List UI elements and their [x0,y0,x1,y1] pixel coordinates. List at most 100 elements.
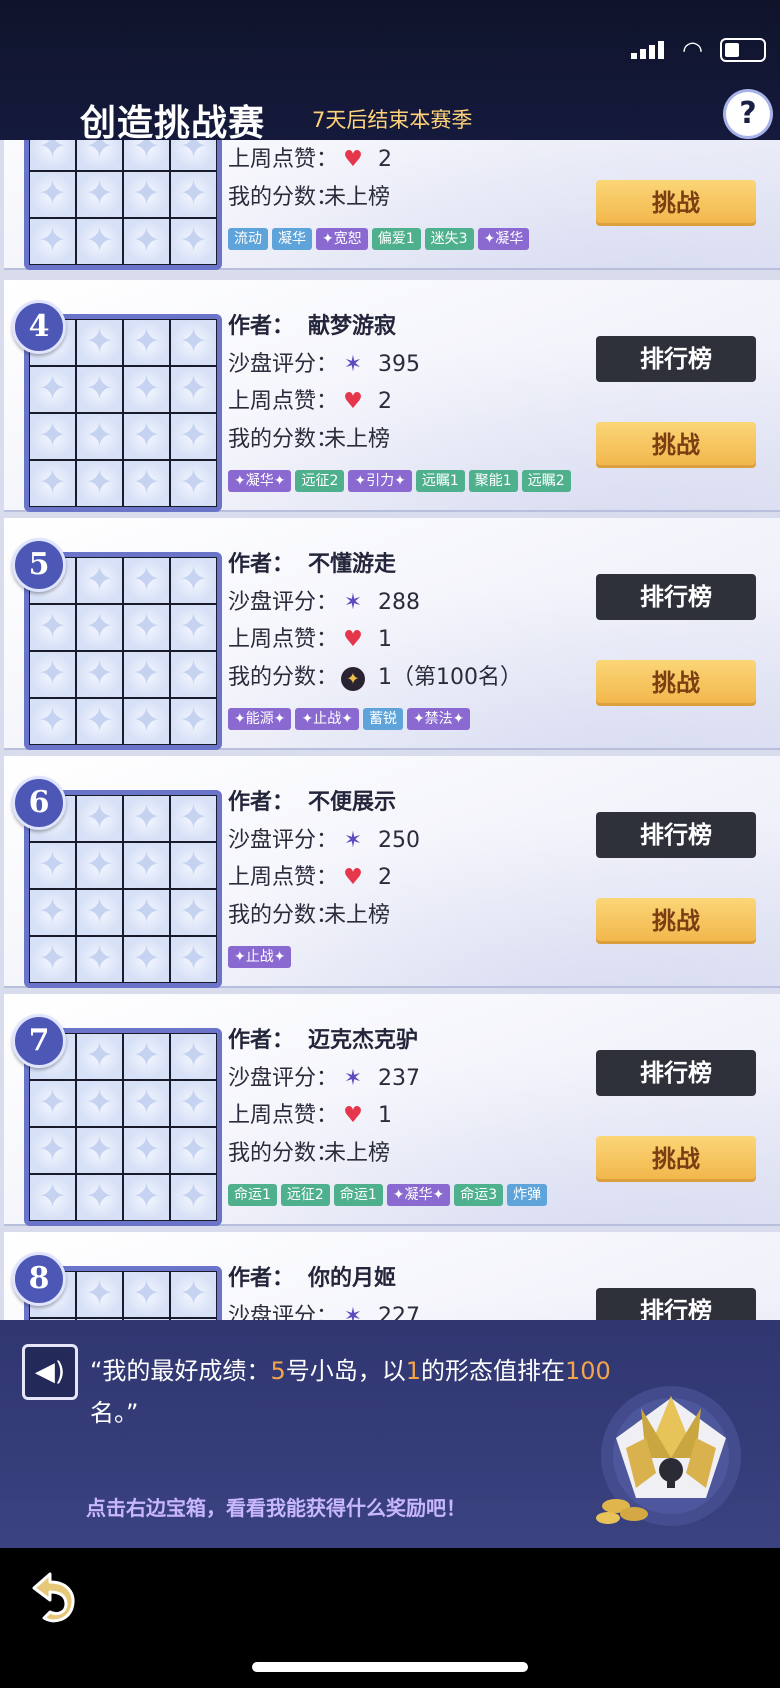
my-score-value: 未上榜 [324,426,391,452]
challenge-card[interactable]: 8 作者：你的月姬 沙盘评分：✶227 上周点赞：♥ 我的分数： 排行榜 挑战 [4,1232,780,1320]
bottom-bar [0,1548,780,1688]
challenge-button[interactable]: 挑战 [596,660,756,706]
sandbox-grid-thumbnail [24,140,222,270]
heart-icon: ♥ [343,147,363,172]
star-icon: ✶ [343,1065,363,1091]
leaderboard-button[interactable]: 排行榜 [596,1288,756,1320]
grid-cell [123,1127,170,1174]
tag: 蓄锐 [362,708,403,730]
challenge-list[interactable]: 3 作者： 沙盘评分：✶466 上周点赞：♥2 我的分数：未上榜 流动凝华✦宽恕… [0,140,780,1320]
heart-icon: ♥ [343,865,363,890]
rating-label: 沙盘评分： [228,589,339,615]
challenge-button[interactable]: 挑战 [596,1136,756,1182]
author-name: 不懂游走 [308,552,397,577]
grid-cell [76,1127,123,1174]
grid-cell [76,651,123,698]
grid-cell [170,413,217,460]
tag-list: 流动 凝华 ✦宽恕 偏爱1 迷失3 ✦凝华 [228,228,533,250]
grid-cell [76,218,123,265]
tag: ✦能源✦ [228,708,292,730]
leaderboard-button[interactable]: 排行榜 [596,812,756,858]
heart-icon: ♥ [343,627,363,652]
rating-value: 395 [378,351,420,377]
rank-badge: 5 [12,538,66,592]
rank-badge: 6 [12,776,66,830]
challenge-button[interactable]: 挑战 [596,422,756,468]
grid-cell [29,366,76,413]
tag: ✦引力✦ [348,470,412,492]
tag: 远征2 [295,470,345,492]
grid-cell [29,171,76,218]
tag: 远征2 [280,1184,330,1206]
dialog-quote: “我的最好成绩：5号小岛，以1的形态值排在100名。” [90,1357,611,1427]
grid-cell [170,698,217,745]
tag: ✦禁法✦ [406,708,471,730]
rating-value: 288 [378,589,420,615]
author-label: 作者： [228,552,295,577]
star-icon: ✶ [343,589,363,615]
grid-cell [29,936,76,983]
tag: 命运1 [228,1184,277,1206]
status-bar: ◠ [0,0,780,80]
my-score-label: 我的分数： [228,426,339,452]
likes-label: 上周点赞： [228,627,339,652]
leaderboard-button[interactable]: 排行榜 [596,1050,756,1096]
tag-list: ✦能源✦ ✦止战✦ 蓄锐 ✦禁法✦ [228,708,474,730]
challenge-card[interactable]: 4 作者： 献梦游寂 沙盘评分：✶ 395 上周点赞：♥ 2 我的分数：未上榜 ✦凝华… [4,280,780,512]
grid-cell [123,698,170,745]
help-button[interactable]: ? [726,92,770,136]
grid-cell [76,604,123,651]
grid-cell [76,842,123,889]
grid-cell [29,889,76,936]
grid-cell [76,413,123,460]
grid-cell [170,1174,217,1221]
grid-cell [170,936,217,983]
grid-cell [76,366,123,413]
grid-cell [123,460,170,507]
home-indicator[interactable] [252,1662,528,1672]
likes-label: 上周点赞： [228,147,339,172]
my-score-label: 我的分数： [228,184,339,210]
author-label: 作者： [228,1028,295,1053]
tag: 迷失3 [424,228,474,250]
grid-cell [170,171,217,218]
grid-cell [170,604,217,651]
leaderboard-button[interactable]: 排行榜 [596,336,756,382]
grid-cell [29,140,76,171]
grid-cell [123,1271,170,1318]
grid-cell [170,1033,217,1080]
leaderboard-button[interactable]: 排行榜 [596,574,756,620]
tag: ✦宽恕 [316,228,368,250]
tag-list: 命运1 远征2 命运1 ✦凝华✦ 命运3 炸弹 [228,1184,551,1206]
grid-cell [123,557,170,604]
challenge-card[interactable]: 6 作者： 不便展示 沙盘评分：✶ 250 上周点赞：♥ 2 我的分数：未上榜 ✦止战… [4,756,780,988]
tag: 凝华 [272,228,312,250]
grid-cell [123,366,170,413]
dialog-hint: 点击右边宝箱，看看我能获得什么奖励吧！ [86,1496,466,1520]
star-icon: ✶ [343,827,363,853]
my-score-value: 1（第100名） [378,664,522,690]
challenge-card[interactable]: 3 作者： 沙盘评分：✶466 上周点赞：♥2 我的分数：未上榜 流动凝华✦宽恕… [4,140,780,270]
speaker-icon[interactable]: ◀) [22,1344,78,1400]
challenge-card[interactable]: 5 作者： 不懂游走 沙盘评分：✶ 288 上周点赞：♥ 1 我的分数：✦ 1（第100… [4,518,780,750]
challenge-button[interactable]: 挑战 [596,898,756,944]
heart-icon: ♥ [343,389,363,414]
wifi-icon: ◠ [682,36,703,64]
treasure-chest-icon[interactable] [586,1378,756,1528]
grid-cell [170,319,217,366]
grid-cell [123,604,170,651]
grid-cell [76,889,123,936]
grid-cell [170,795,217,842]
likes-label: 上周点赞： [228,1103,339,1128]
tag: ✦凝华 [477,228,530,250]
grid-cell [29,1127,76,1174]
challenge-button[interactable]: 挑战 [596,180,756,226]
grid-cell [76,698,123,745]
signal-icon [631,41,665,59]
back-icon[interactable] [20,1566,82,1628]
challenge-card[interactable]: 7 作者： 迈克杰克驴 沙盘评分：✶ 237 上周点赞：♥ 1 我的分数：未上榜 命运… [4,994,780,1226]
rating-label: 沙盘评分： [228,1065,339,1091]
grid-cell [76,936,123,983]
grid-cell [123,936,170,983]
my-score-label: 我的分数： [228,664,339,690]
